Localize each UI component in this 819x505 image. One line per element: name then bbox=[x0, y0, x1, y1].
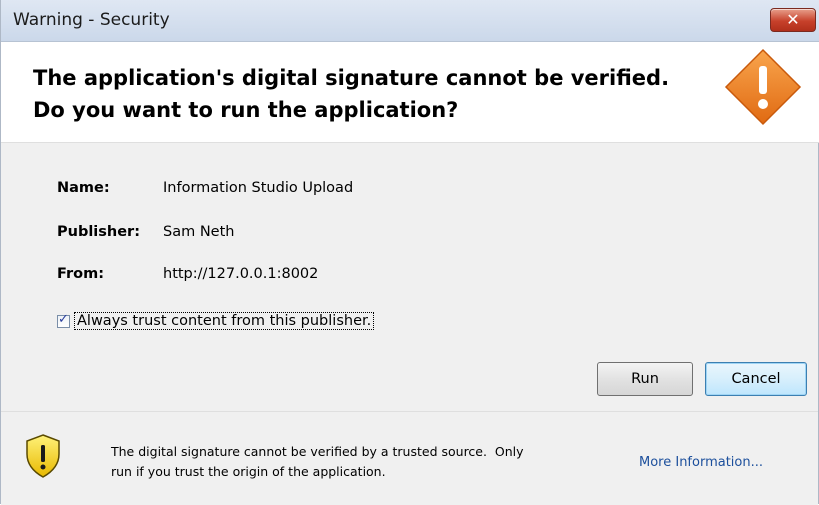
headline: The application's digital signature cann… bbox=[33, 62, 669, 126]
dialog-header: The application's digital signature cann… bbox=[1, 42, 819, 143]
headline-line-1: The application's digital signature cann… bbox=[33, 66, 670, 90]
detail-label: Publisher: bbox=[57, 224, 141, 240]
detail-value: http://127.0.0.1:8002 bbox=[163, 266, 319, 282]
run-button[interactable]: Run bbox=[597, 362, 693, 396]
footer-message-line-1: The digital signature cannot be verified… bbox=[111, 444, 524, 459]
more-information-link[interactable]: More Information... bbox=[639, 455, 763, 470]
cancel-button[interactable]: Cancel bbox=[705, 362, 807, 396]
warning-diamond-icon bbox=[724, 48, 802, 126]
trust-checkbox-label[interactable]: Always trust content from this publisher… bbox=[73, 312, 375, 330]
detail-label: Name: bbox=[57, 180, 110, 196]
footer-message-line-2: run if you trust the origin of the appli… bbox=[111, 464, 386, 479]
shield-warning-icon bbox=[26, 434, 60, 478]
headline-line-2: Do you want to run the application? bbox=[33, 98, 459, 122]
security-warning-dialog: Warning - Security ✕ The application's d… bbox=[0, 0, 819, 505]
detail-value: Sam Neth bbox=[163, 224, 235, 240]
window-title: Warning - Security bbox=[13, 10, 170, 30]
trust-checkbox[interactable]: ✓ bbox=[57, 311, 70, 328]
checkmark-icon: ✓ bbox=[58, 311, 69, 327]
dialog-footer: The digital signature cannot be verified… bbox=[1, 411, 818, 505]
footer-message: The digital signature cannot be verified… bbox=[111, 442, 591, 482]
detail-value: Information Studio Upload bbox=[163, 180, 354, 196]
trust-publisher-option[interactable]: ✓ Always trust content from this publish… bbox=[57, 311, 375, 330]
close-button[interactable]: ✕ bbox=[770, 8, 816, 32]
title-bar[interactable]: Warning - Security ✕ bbox=[1, 0, 819, 42]
detail-label: From: bbox=[57, 266, 104, 282]
